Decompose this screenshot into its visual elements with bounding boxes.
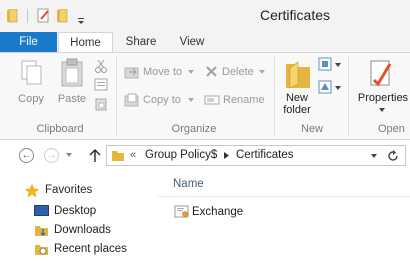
file-item-exchange[interactable]: Exchange [172,204,252,220]
refresh-icon [388,150,398,161]
move-to-label: Move to [143,66,183,78]
properties-label: Properties [357,92,409,104]
desktop-icon [34,205,49,216]
forward-button[interactable]: → [44,148,59,163]
rename-icon [204,95,220,105]
back-button[interactable]: ← [19,148,34,163]
new-folder-qat-icon[interactable] [57,8,69,23]
nav-item-recent-places[interactable]: Recent places [54,243,127,255]
properties-qat-icon[interactable] [37,8,51,23]
move-to-button[interactable]: Move to [124,64,196,80]
move-to-icon [124,67,139,79]
paste-shortcut-icon[interactable] [94,97,108,111]
copy-path-icon[interactable] [94,78,108,91]
tab-home[interactable]: Home [58,32,113,52]
new-folder-label-line1: New [285,92,308,104]
new-folder-button[interactable]: New folder [279,56,315,116]
up-arrow-icon [89,148,101,162]
recent-places-icon [35,245,48,255]
chevron-down-icon [259,70,265,74]
cut-icon[interactable] [94,59,108,73]
tab-share[interactable]: Share [120,32,162,52]
folder-app-icon [7,8,19,23]
breadcrumb-certificates[interactable]: Certificates [236,149,294,161]
open-group-label: Open [378,123,405,135]
tab-file[interactable]: File [0,32,57,52]
chevron-down-icon [379,108,385,112]
recent-locations-icon[interactable] [66,153,72,157]
properties-button[interactable]: Properties [352,56,410,118]
window-title: Certificates [259,7,331,23]
nav-item-desktop[interactable]: Desktop [54,205,96,217]
chevron-down-icon [188,98,194,102]
rename-label: Rename [223,94,265,106]
copy-to-label: Copy to [143,94,181,106]
address-dropdown-icon[interactable] [371,154,377,158]
clipboard-group-label: Clipboard [36,123,84,135]
delete-label: Delete [222,66,254,78]
address-prefix[interactable]: « [130,149,136,161]
breadcrumb-group-policy[interactable]: Group Policy$ [145,149,217,161]
favorites-star-icon [25,184,39,198]
forward-arrow-icon: → [46,150,57,161]
delete-button[interactable]: Delete [204,64,268,80]
file-name: Exchange [192,206,244,218]
folder-icon [112,151,124,161]
paste-button[interactable]: Paste [54,57,90,109]
qat-dropdown-icon[interactable] [77,12,85,24]
nav-item-downloads[interactable]: Downloads [54,224,111,236]
copy-to-icon [124,93,139,107]
copy-icon [21,60,42,85]
new-group-label: New [300,123,323,135]
easy-access-icon[interactable] [318,80,342,95]
new-folder-label-line2: folder [283,104,311,116]
paste-label: Paste [57,93,87,105]
up-button[interactable] [88,148,102,163]
copy-button[interactable]: Copy [12,57,50,109]
delete-icon [206,66,217,77]
chevron-right-icon[interactable] [224,152,229,159]
certificate-file-icon [174,205,189,218]
chevron-down-icon [188,70,194,74]
nav-favorites[interactable]: Favorites [45,184,92,196]
copy-label: Copy [18,93,44,105]
new-item-icon[interactable] [318,57,342,72]
column-header-name[interactable]: Name [173,178,204,190]
tab-view[interactable]: View [170,32,214,52]
rename-button[interactable]: Rename [204,92,268,108]
refresh-button[interactable] [386,149,400,163]
new-folder-icon [286,61,310,89]
organize-group-label: Organize [171,123,217,135]
copy-to-button[interactable]: Copy to [124,92,196,108]
back-arrow-icon: ← [21,150,32,161]
paste-icon [61,58,83,87]
properties-icon [370,60,392,87]
downloads-icon [35,226,48,236]
